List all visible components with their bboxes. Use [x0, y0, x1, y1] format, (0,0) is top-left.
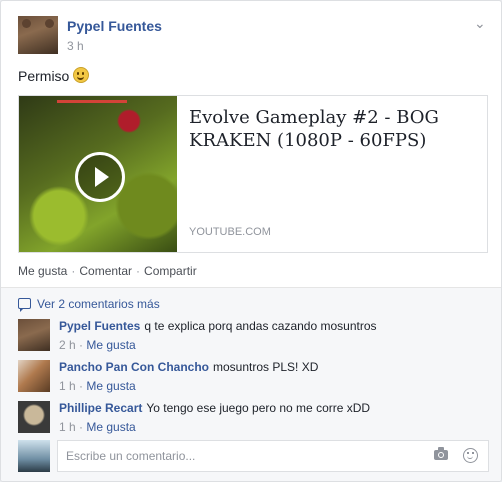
post-status: Permiso — [18, 67, 90, 84]
comment-input[interactable] — [64, 448, 418, 464]
comment-body: q te explica porq andas cazando mosuntro… — [144, 319, 377, 333]
smiley-icon[interactable] — [463, 448, 478, 463]
comment-like-link[interactable]: Me gusta — [86, 420, 135, 434]
comment-bubble-icon — [18, 298, 31, 312]
comment-time[interactable]: 1 h — [59, 379, 76, 393]
commenter-name[interactable]: Pypel Fuentes — [59, 319, 140, 333]
comments-section: Ver 2 comentarios más Pypel Fuentes q te … — [1, 287, 501, 481]
dot-separator: · — [79, 420, 84, 434]
comment-like-link[interactable]: Me gusta — [86, 338, 135, 352]
avatar-ear — [45, 19, 54, 28]
link-title[interactable]: Evolve Gameplay #2 - BOG KRAKEN (1080P -… — [189, 106, 469, 152]
link-domain: YOUTUBE.COM — [189, 226, 271, 238]
separator: · — [136, 264, 141, 278]
commenter-name[interactable]: Phillipe Recart — [59, 401, 142, 415]
link-preview[interactable]: Evolve Gameplay #2 - BOG KRAKEN (1080P -… — [18, 95, 488, 253]
comment-body: mosuntros PLS! XD — [213, 360, 319, 374]
comment-like-link[interactable]: Me gusta — [86, 379, 135, 393]
dot-separator: · — [79, 379, 84, 393]
comment-meta: 1 h · Me gusta — [59, 379, 136, 393]
commenter-name[interactable]: Pancho Pan Con Chancho — [59, 360, 209, 374]
game-hud-bar — [57, 100, 127, 103]
chevron-down-icon[interactable]: ⌄ — [474, 15, 486, 32]
comment-time[interactable]: 2 h — [59, 338, 76, 352]
like-link[interactable]: Me gusta — [18, 264, 67, 278]
post-actions: Me gusta · Comentar · Compartir — [18, 264, 197, 278]
author-avatar[interactable] — [18, 16, 58, 54]
separator: · — [71, 264, 76, 278]
comment-text-line: Phillipe Recart Yo tengo ese juego pero n… — [59, 401, 370, 415]
comment-box[interactable] — [57, 440, 489, 472]
comment-body: Yo tengo ese juego pero no me corre xDD — [146, 401, 371, 415]
avatar-ear — [22, 19, 31, 28]
commenter-avatar[interactable] — [18, 401, 50, 433]
share-link[interactable]: Compartir — [144, 264, 197, 278]
play-icon[interactable] — [75, 152, 125, 202]
comment-time[interactable]: 1 h — [59, 420, 76, 434]
commenter-avatar[interactable] — [18, 360, 50, 392]
dot-separator: · — [79, 338, 84, 352]
view-more-comments[interactable]: Ver 2 comentarios más — [18, 297, 160, 312]
camera-icon[interactable] — [434, 447, 448, 460]
video-thumbnail[interactable] — [19, 96, 177, 252]
comment-meta: 2 h · Me gusta — [59, 338, 136, 352]
view-more-label[interactable]: Ver 2 comentarios más — [37, 297, 160, 311]
post-card: Pypel Fuentes 3 h ⌄ Permiso Evolve Gamep… — [0, 0, 502, 482]
comment-meta: 1 h · Me gusta — [59, 420, 136, 434]
current-user-avatar[interactable] — [18, 440, 50, 472]
comment-link[interactable]: Comentar — [79, 264, 132, 278]
commenter-avatar[interactable] — [18, 319, 50, 351]
post-timestamp[interactable]: 3 h — [67, 39, 84, 53]
status-text: Permiso — [18, 68, 70, 84]
post-author-name[interactable]: Pypel Fuentes — [67, 18, 162, 34]
comment-text-line: Pancho Pan Con Chancho mosuntros PLS! XD — [59, 360, 318, 374]
smile-emoji-icon — [73, 67, 90, 83]
comment-text-line: Pypel Fuentes q te explica porq andas caz… — [59, 319, 377, 333]
